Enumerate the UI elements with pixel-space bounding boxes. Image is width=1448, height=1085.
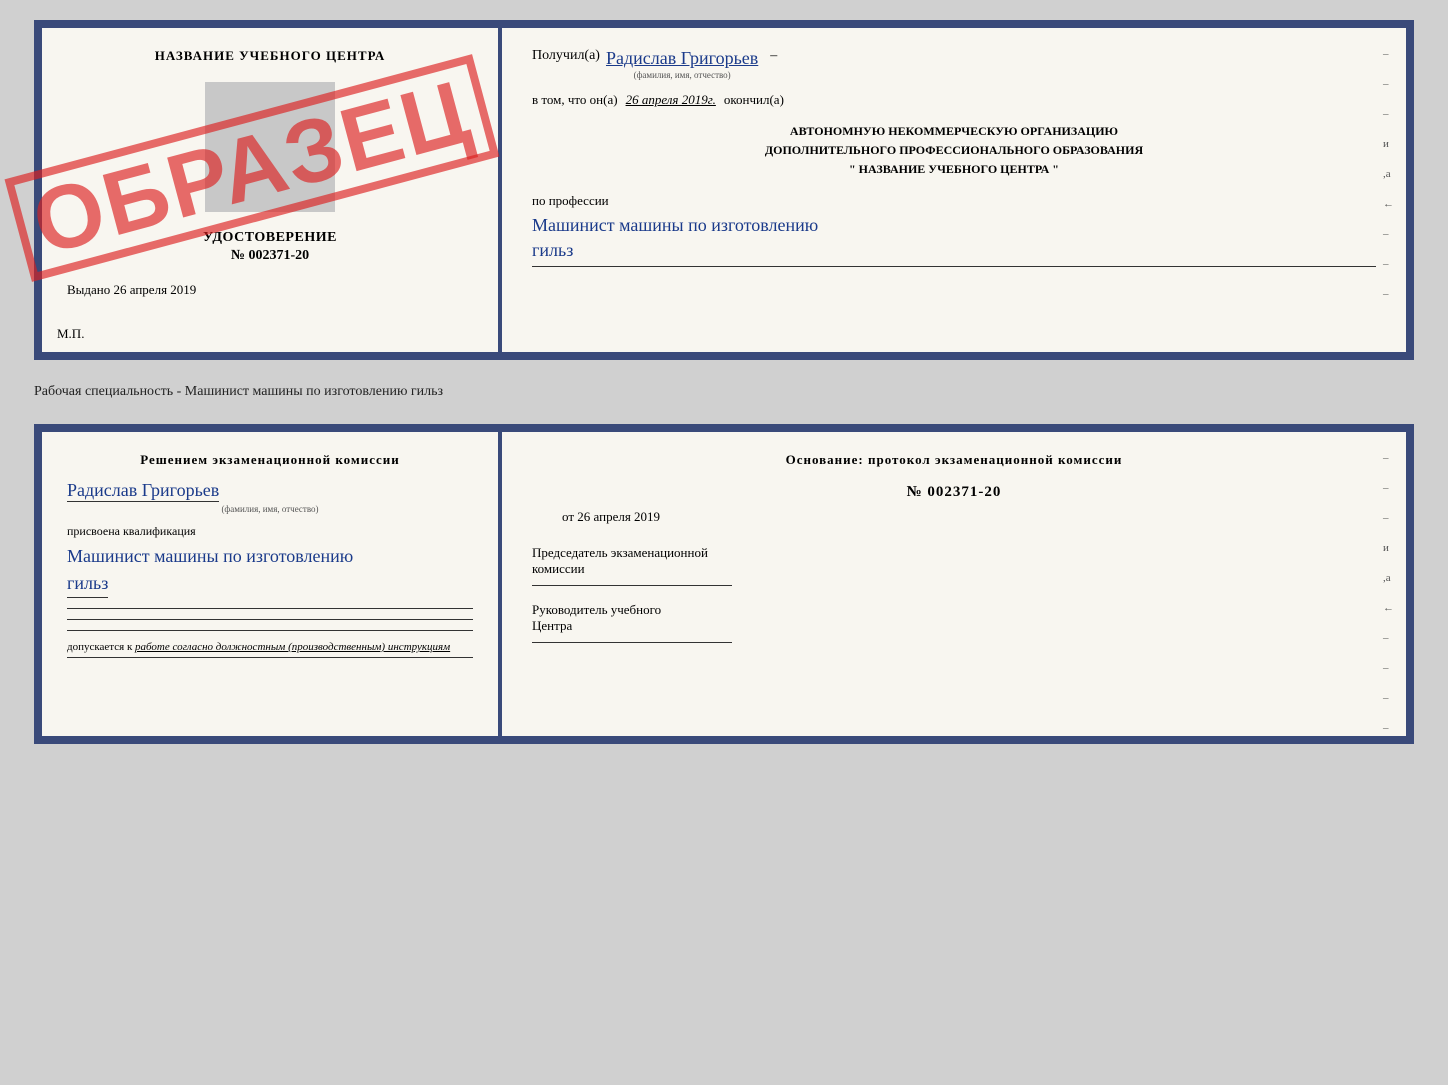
edu-center-title-top: НАЗВАНИЕ УЧЕБНОГО ЦЕНТРА	[155, 48, 386, 64]
mp-label: М.П.	[57, 326, 84, 342]
fio-sublabel-top: (фамилия, имя, отчество)	[606, 70, 758, 80]
rukovoditel-signature	[532, 642, 732, 643]
bottom-line-3	[67, 630, 473, 631]
bottom-right-panel: Основание: протокол экзаменационной коми…	[502, 432, 1406, 736]
dash-after-name: –	[770, 48, 777, 64]
ot-label: от	[562, 509, 574, 524]
prisvoena-label: присвоена квалификация	[67, 524, 473, 539]
top-left-panel: НАЗВАНИЕ УЧЕБНОГО ЦЕНТРА УДОСТОВЕРЕНИЕ №…	[42, 28, 502, 352]
profession-line2: гильз	[532, 240, 573, 260]
bottom-line-2	[67, 619, 473, 620]
bottom-left-panel: Решением экзаменационной комиссии Радисл…	[42, 432, 502, 736]
predsedatel-signature	[532, 585, 732, 586]
predsedatel-line1: Председатель экзаменационной	[532, 545, 1376, 561]
between-label: Рабочая специальность - Машинист машины …	[34, 378, 1414, 406]
osnovanie-title: Основание: протокол экзаменационной коми…	[532, 452, 1376, 468]
v-tom-label: в том, что он(а)	[532, 92, 618, 108]
vydano-row: Выдано 26 апреля 2019	[67, 282, 196, 298]
certificate-number-top: № 002371-20	[231, 248, 309, 264]
top-right-panel: Получил(а) Радислав Григорьев (фамилия, …	[502, 28, 1406, 352]
recipient-name-bottom: Радислав Григорьев	[67, 480, 219, 502]
profession-top: Машинист машины по изготовлению гильз	[532, 213, 1376, 266]
rukovoditel-line2: Центра	[532, 618, 1376, 634]
org-line1: АВТОНОМНУЮ НЕКОММЕРЧЕСКУЮ ОРГАНИЗАЦИЮ	[532, 122, 1376, 141]
completion-date-top: 26 апреля 2019г.	[626, 92, 716, 108]
bottom-certificate: Решением экзаменационной комиссии Радисл…	[34, 424, 1414, 744]
bottom-lines-left	[67, 608, 473, 631]
rukovoditel-block: Руководитель учебного Центра	[532, 602, 1376, 643]
photo-placeholder	[205, 82, 335, 212]
bottom-line-4	[67, 657, 473, 658]
okonchil-label: окончил(а)	[724, 92, 784, 108]
dopuskaetsya-row: допускается к работе согласно должностны…	[67, 641, 473, 653]
qual-line2: гильз	[67, 570, 108, 598]
protocol-date-row: от 26 апреля 2019	[562, 509, 1376, 525]
poluchil-label: Получил(а)	[532, 48, 600, 64]
org-line2: ДОПОЛНИТЕЛЬНОГО ПРОФЕССИОНАЛЬНОГО ОБРАЗО…	[532, 141, 1376, 160]
bottom-line-1	[67, 608, 473, 609]
right-side-decorations-bottom: – – – и ,а ← – – – –	[1383, 452, 1394, 734]
qual-line1: Машинист машины по изготовлению	[67, 546, 353, 566]
vydano-label: Выдано	[67, 282, 110, 297]
right-side-decorations: – – – и ,а ← – – –	[1383, 48, 1394, 300]
poluchil-row: Получил(а) Радислав Григорьев (фамилия, …	[532, 48, 1376, 80]
protocol-number: № 002371-20	[532, 484, 1376, 501]
vydano-date: 26 апреля 2019	[114, 282, 197, 297]
v-tom-row: в том, что он(а) 26 апреля 2019г. окончи…	[532, 92, 1376, 108]
protocol-date-value: 26 апреля 2019	[577, 509, 660, 524]
bottom-name-block: Радислав Григорьев (фамилия, имя, отчест…	[67, 480, 473, 514]
top-certificate: НАЗВАНИЕ УЧЕБНОГО ЦЕНТРА УДОСТОВЕРЕНИЕ №…	[34, 20, 1414, 360]
organization-block: АВТОНОМНУЮ НЕКОММЕРЧЕСКУЮ ОРГАНИЗАЦИЮ ДО…	[532, 122, 1376, 180]
rukovoditel-line1: Руководитель учебного	[532, 602, 1376, 618]
fio-sublabel-bottom: (фамилия, имя, отчество)	[67, 504, 473, 514]
org-name-quotes: " НАЗВАНИЕ УЧЕБНОГО ЦЕНТРА "	[532, 160, 1376, 179]
dopuskaetsya-label: допускается к	[67, 641, 132, 653]
profession-line1: Машинист машины по изготовлению	[532, 215, 818, 235]
predsedatel-line2: комиссии	[532, 561, 1376, 577]
recipient-name-top: Радислав Григорьев	[606, 48, 758, 70]
dopuskaetsya-text: работе согласно должностным (производств…	[135, 641, 450, 653]
resheniem-title: Решением экзаменационной комиссии	[67, 452, 473, 468]
predsedatel-block: Председатель экзаменационной комиссии	[532, 545, 1376, 586]
qualification-bottom: Машинист машины по изготовлению гильз	[67, 543, 473, 598]
po-professii-label: по профессии	[532, 193, 1376, 209]
udostoverenie-label: УДОСТОВЕРЕНИЕ	[203, 230, 337, 246]
